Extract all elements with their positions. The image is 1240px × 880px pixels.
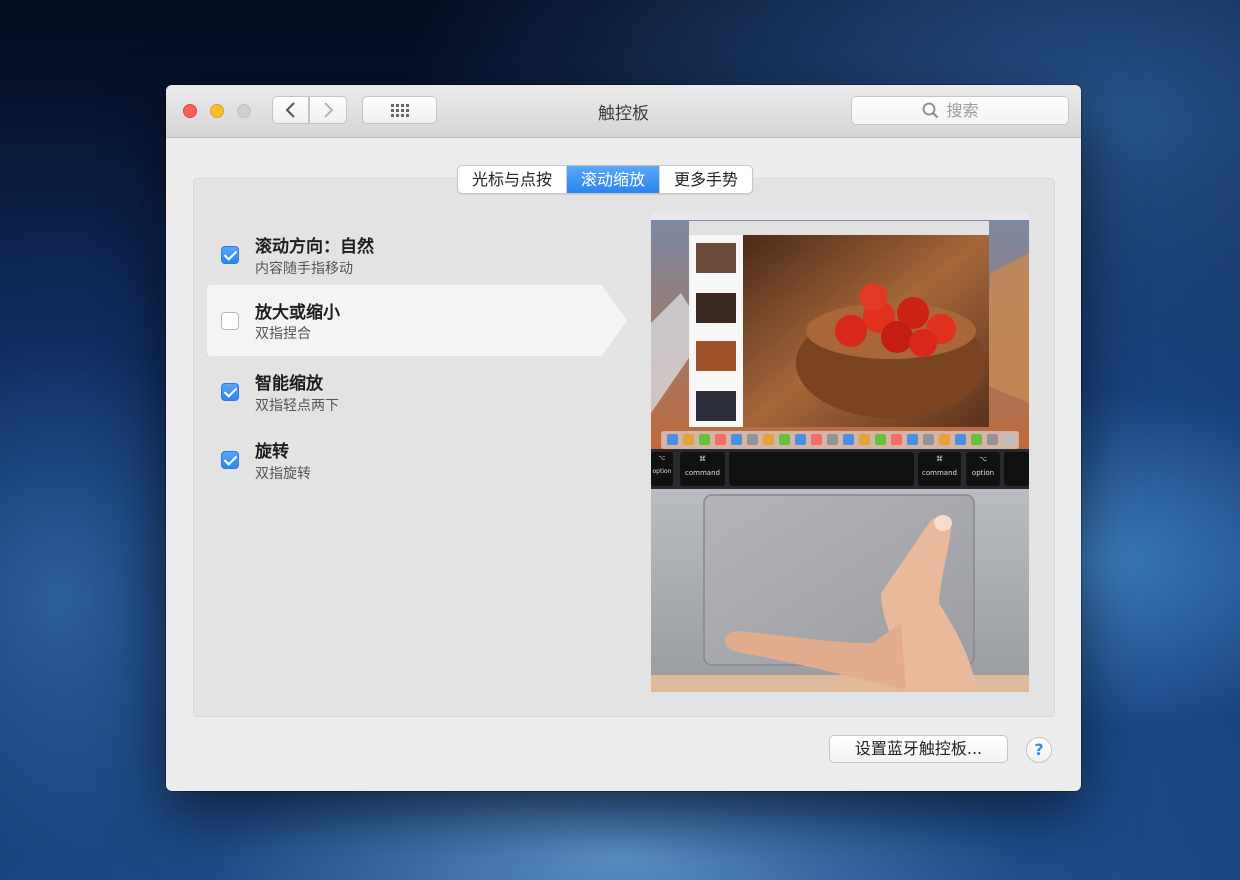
option-smart-zoom[interactable]: 智能缩放 双指轻点两下	[194, 360, 624, 426]
search-field[interactable]	[851, 96, 1069, 125]
option-sublabel: 双指轻点两下	[255, 398, 339, 414]
key-command-left: ⌘ command	[680, 452, 725, 486]
key-symbol: ⌘	[936, 455, 943, 463]
zoom-in-out-checkbox[interactable]	[221, 312, 239, 330]
key-label: option	[652, 468, 672, 475]
option-label: 智能缩放	[255, 374, 323, 394]
search-input[interactable]	[944, 100, 999, 121]
key-label: option	[971, 469, 995, 477]
title-bar: 触控板	[166, 85, 1081, 138]
option-label: 放大或缩小	[255, 303, 340, 323]
tab-point-click[interactable]: 光标与点按	[458, 166, 566, 193]
rotate-checkbox[interactable]	[221, 451, 239, 469]
setup-bluetooth-trackpad-button[interactable]: 设置蓝牙触控板...	[829, 735, 1008, 763]
key-option-right: ⌥ option	[966, 452, 1000, 486]
key-command-right: ⌘ command	[918, 452, 961, 486]
help-button[interactable]: ?	[1026, 737, 1052, 763]
smart-zoom-checkbox[interactable]	[221, 383, 239, 401]
option-zoom-in-out[interactable]: 放大或缩小 双指捏合	[194, 285, 624, 351]
system-preferences-window: 触控板 滚动方向：自然 内容随手指移动 放大或缩小 双指捏合 智能缩放 双指轻点…	[166, 85, 1081, 791]
settings-panel: 滚动方向：自然 内容随手指移动 放大或缩小 双指捏合 智能缩放 双指轻点两下 旋…	[193, 178, 1055, 717]
key-label: command	[685, 469, 720, 477]
option-sublabel: 双指捏合	[255, 326, 311, 342]
key-symbol: ⌥	[978, 455, 988, 463]
option-sublabel: 双指旋转	[255, 466, 311, 482]
option-label: 滚动方向：自然	[255, 237, 374, 257]
option-rotate[interactable]: 旋转 双指旋转	[194, 428, 624, 494]
natural-scroll-checkbox[interactable]	[221, 246, 239, 264]
option-sublabel: 内容随手指移动	[255, 261, 353, 277]
key-option-left: ⌥ option	[651, 452, 673, 486]
option-natural-scroll[interactable]: 滚动方向：自然 内容随手指移动	[194, 223, 624, 289]
search-icon	[922, 102, 938, 119]
tab-group: 光标与点按 滚动缩放 更多手势	[457, 165, 754, 194]
key-symbol: ⌥	[658, 455, 666, 462]
option-label: 旋转	[255, 442, 289, 462]
key-symbol: ⌘	[699, 455, 706, 463]
tab-scroll-zoom[interactable]: 滚动缩放	[566, 166, 660, 193]
gesture-preview-image: ⌥ option ⌘ command ⌘ command ⌥ option	[651, 213, 1029, 692]
key-label: command	[922, 469, 957, 477]
tab-more-gestures[interactable]: 更多手势	[659, 166, 752, 193]
